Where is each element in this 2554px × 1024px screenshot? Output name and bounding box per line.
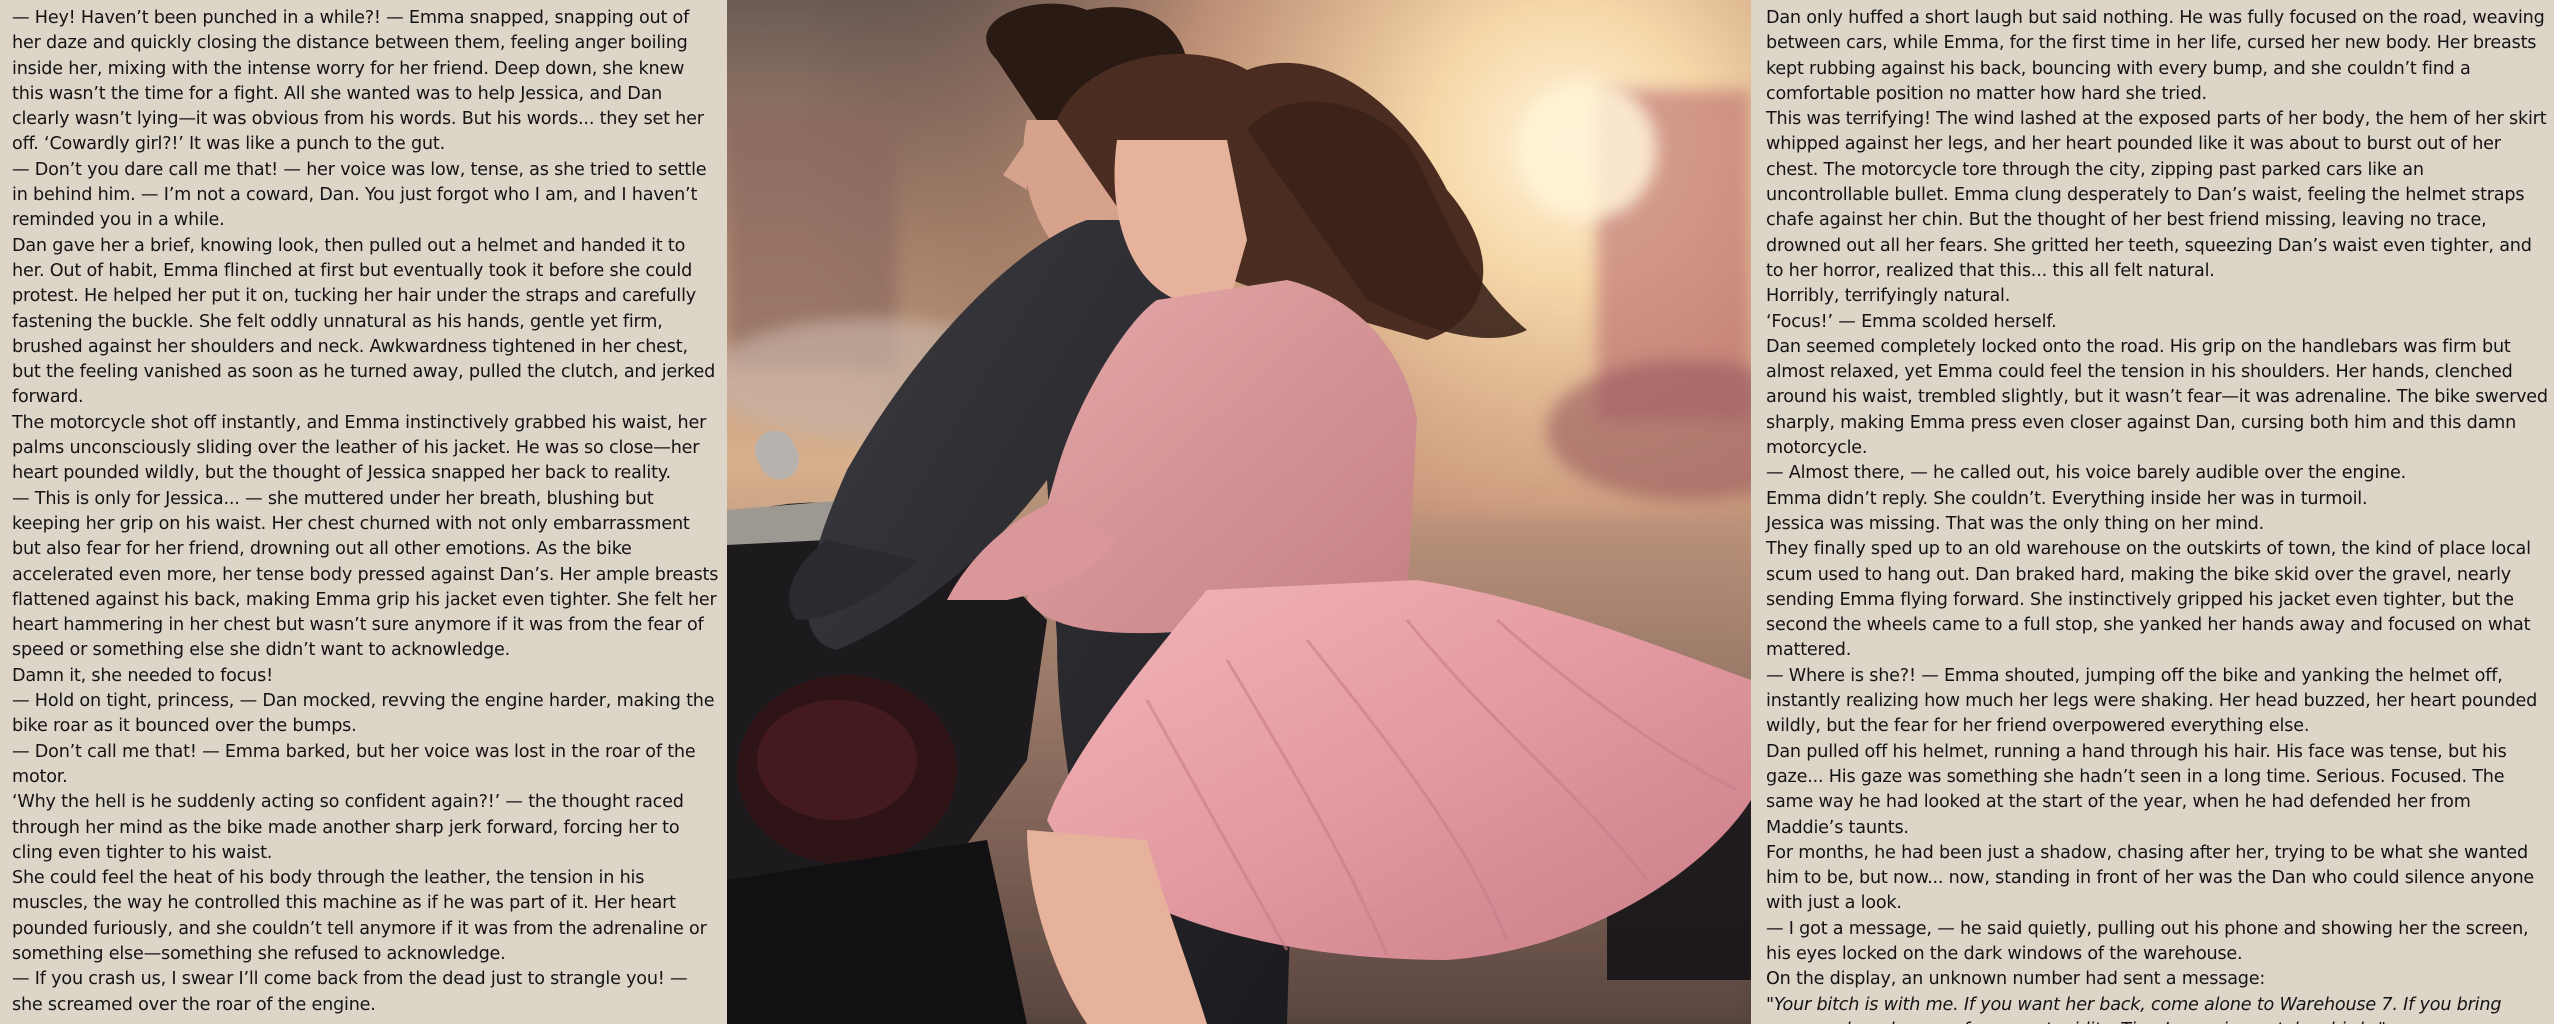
story-paragraph: Dan only huffed a short laugh but said n… [1766, 8, 2545, 104]
story-paragraph: — If you crash us, I swear I’ll come bac… [12, 969, 688, 1015]
story-text-left-column: — Hey! Haven’t been punched in a while?!… [0, 0, 727, 1024]
story-paragraph: — Almost there, — he called out, his voi… [1766, 463, 2406, 484]
story-paragraph: — Hold on tight, princess, — Dan mocked,… [12, 691, 715, 737]
story-paragraph: The motorcycle shot off instantly, and E… [12, 412, 707, 484]
story-paragraph: They finally sped up to an old warehouse… [1766, 539, 2531, 661]
story-paragraph: ‘Why the hell is he suddenly acting so c… [12, 792, 684, 863]
sun-glow [1517, 80, 1657, 220]
story-paragraph: Dan pulled off his helmet, running a han… [1766, 741, 2507, 838]
story-paragraph: Dan seemed completely locked onto the ro… [1766, 336, 2548, 459]
story-paragraph: Jessica was missing. That was the only t… [1766, 513, 2265, 534]
story-paragraph: Emma didn’t reply. She couldn’t. Everyth… [1766, 488, 2368, 509]
story-paragraph: For months, he had been just a shadow, c… [1766, 842, 2535, 914]
story-paragraph: Dan gave her a brief, knowing look, then… [12, 235, 716, 408]
story-paragraph: — Don’t call me that! — Emma barked, but… [12, 741, 696, 787]
story-paragraph: — I got a message, — he said quietly, pu… [1766, 918, 2529, 964]
story-paragraph: She could feel the heat of his body thro… [12, 868, 707, 964]
story-paragraph: On the display, an unknown number had se… [1766, 969, 2266, 990]
story-paragraph: — Don’t you dare call me that! — her voi… [12, 159, 707, 231]
threat-message-quote: "Your bitch is with me. If you want her … [1766, 994, 2502, 1024]
story-illustration [727, 0, 1751, 1024]
story-text-right-column: Dan only huffed a short laugh but said n… [1751, 0, 2554, 1024]
story-paragraph: Horribly, terrifyingly natural. [1766, 286, 2011, 307]
couple-on-motorcycle-illustration [727, 0, 1751, 1024]
story-paragraph: — Hey! Haven’t been punched in a while?!… [12, 8, 704, 155]
story-paragraph: ‘Focus!’ — Emma scolded herself. [1766, 311, 2057, 332]
story-paragraph: Damn it, she needed to focus! [12, 665, 273, 686]
story-paragraph: — Where is she?! — Emma shouted, jumping… [1766, 665, 2538, 737]
story-paragraph: This was terrifying! The wind lashed at … [1766, 109, 2547, 281]
story-paragraph: — This is only for Jessica... — she mutt… [12, 488, 719, 661]
